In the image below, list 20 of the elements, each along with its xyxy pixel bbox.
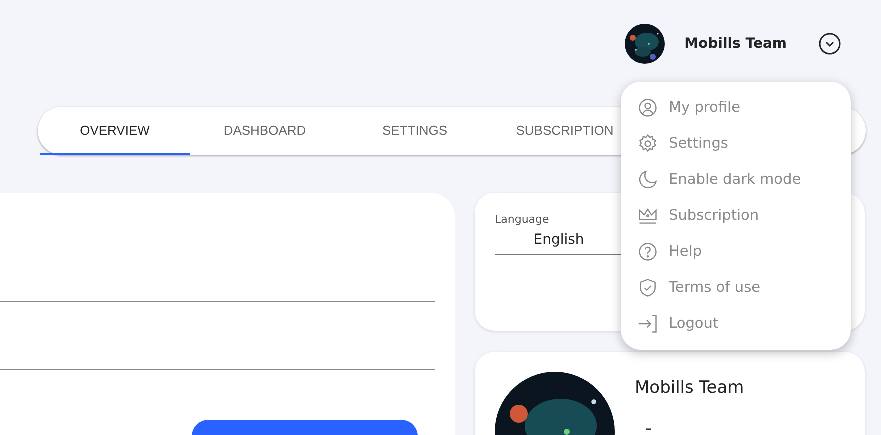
menu-toggle-button[interactable]: [819, 33, 841, 55]
help-icon: [637, 241, 659, 263]
moon-icon: [637, 169, 659, 191]
profile-detail: -: [644, 416, 654, 435]
tab[interactable]: OVERVIEW: [40, 107, 190, 155]
user-name: Mobills Team: [684, 36, 787, 52]
menu-item[interactable]: Enable dark mode: [621, 162, 851, 198]
person-icon: [637, 97, 659, 119]
gear-icon: [637, 133, 659, 155]
shield-icon: [637, 277, 659, 299]
menu-item[interactable]: Logout: [621, 306, 851, 342]
menu-item[interactable]: Help: [621, 234, 851, 270]
field-label: Language: [495, 213, 550, 226]
avatar: [624, 24, 665, 64]
tab[interactable]: SETTINGS: [340, 107, 490, 155]
tab[interactable]: DASHBOARD: [190, 107, 340, 155]
logout-icon: [637, 313, 659, 335]
menu-item[interactable]: Subscription: [621, 198, 851, 234]
menu-item[interactable]: Terms of use: [621, 270, 851, 306]
profile-name: Mobills Team: [635, 378, 744, 398]
